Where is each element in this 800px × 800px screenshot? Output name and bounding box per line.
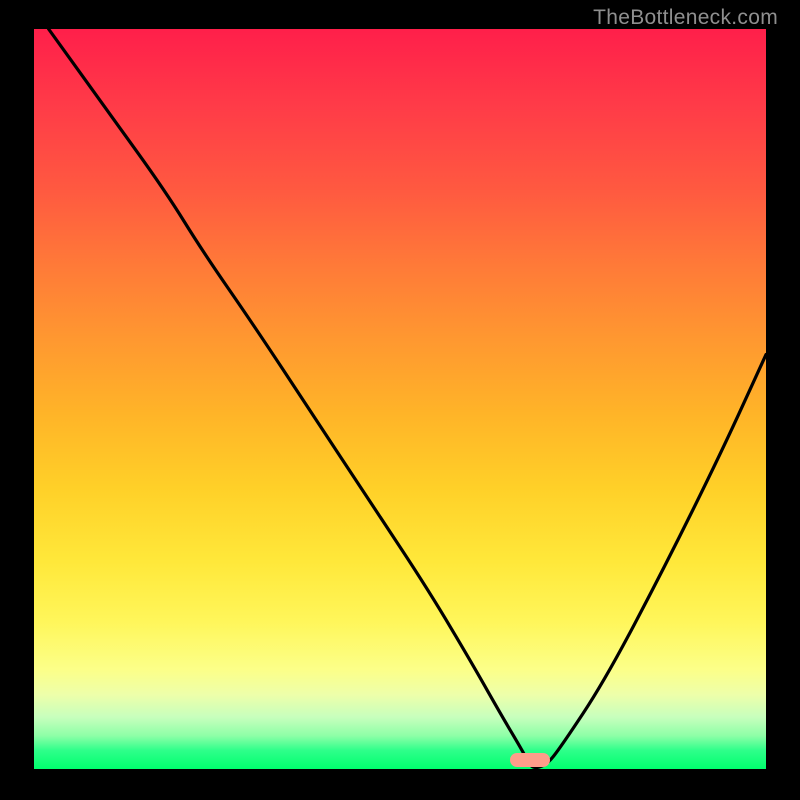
gradient-background	[34, 29, 766, 769]
watermark-text: TheBottleneck.com	[593, 6, 778, 30]
